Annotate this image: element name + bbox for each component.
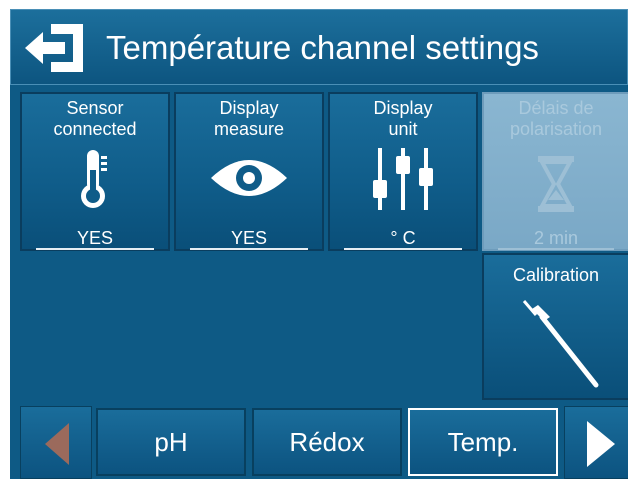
header-bar: Température channel settings: [10, 9, 628, 85]
right-arrow-icon: [587, 421, 615, 467]
tile-label: Display unit: [330, 98, 476, 140]
tile-label-text: Sensor connected: [53, 98, 137, 139]
tile-value: YES: [36, 226, 154, 250]
tile-label: Sensor connected: [22, 98, 168, 140]
tile-label-text: Display measure: [213, 98, 285, 139]
sliders-icon: [368, 144, 438, 219]
screen: Température channel settings Sensor conn…: [10, 9, 628, 479]
tile-label-text: Display unit: [373, 98, 433, 139]
tile-label-text: Délais de polarisation: [509, 98, 603, 139]
tab-temp[interactable]: Temp.: [408, 408, 558, 476]
tile-label: Délais de polarisation: [484, 98, 628, 140]
left-arrow-icon: [45, 423, 69, 465]
tile-label: Calibration: [512, 265, 600, 285]
tile-value: 2 min: [498, 226, 614, 250]
tile-display-measure[interactable]: Display measure YES: [174, 92, 324, 251]
tile-polarisation-delay: Délais de polarisation 2 min: [482, 92, 628, 251]
prev-channel-button: [20, 406, 92, 479]
hourglass-icon: [536, 154, 576, 219]
tile-label: Display measure: [176, 98, 322, 140]
eye-icon: [209, 156, 289, 205]
tile-calibration[interactable]: Calibration: [482, 253, 628, 400]
tile-value: ° C: [344, 226, 462, 250]
back-button[interactable]: [21, 18, 93, 78]
tile-value: YES: [190, 226, 308, 250]
exit-arrow-icon: [25, 24, 83, 72]
page-title: Température channel settings: [106, 29, 539, 66]
tab-ph[interactable]: pH: [96, 408, 246, 476]
next-channel-button[interactable]: [564, 406, 628, 479]
thermometer-icon: [75, 148, 115, 217]
tile-sensor-connected[interactable]: Sensor connected YES: [20, 92, 170, 251]
channel-nav: pH Rédox Temp.: [10, 406, 628, 479]
probe-icon: [514, 295, 604, 400]
tile-display-unit[interactable]: Display unit ° C: [328, 92, 478, 251]
tab-redox[interactable]: Rédox: [252, 408, 402, 476]
